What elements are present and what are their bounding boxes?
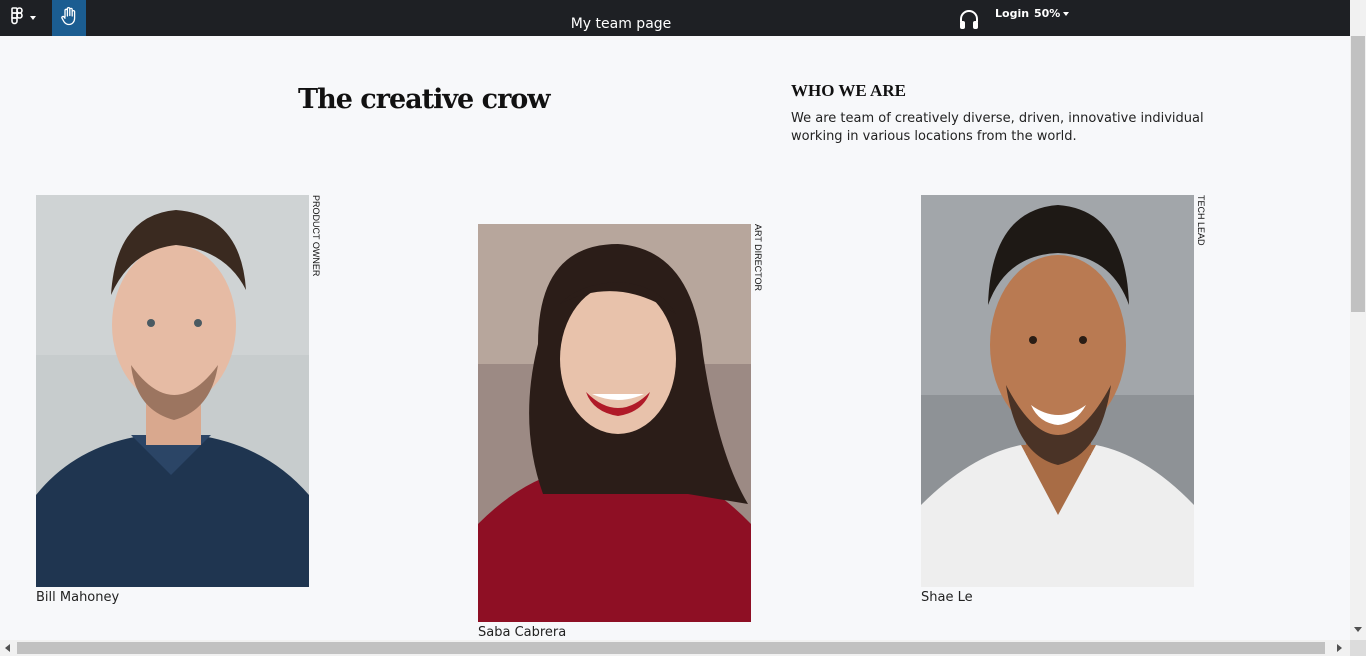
scroll-down-arrow-icon[interactable] [1354,627,1362,632]
team-member-card: PRODUCT OWNER Bill Mahoney [36,195,336,615]
scroll-left-arrow-icon[interactable] [5,644,10,652]
chevron-down-icon [1063,11,1070,16]
scroll-right-arrow-icon[interactable] [1337,644,1342,652]
member-photo [921,195,1194,587]
login-link[interactable]: Login [995,7,1029,20]
member-role: TECH LEAD [1196,195,1206,246]
zoom-value: 50% [1034,7,1061,20]
zoom-dropdown[interactable]: 50% [1034,7,1070,20]
hero-title: The creative crow [298,84,551,115]
member-name: Bill Mahoney [36,590,120,605]
horizontal-scrollbar-thumb[interactable] [17,642,1325,654]
top-toolbar: My team page Login 50% [0,0,1366,36]
page-content: The creative crow WHO WE ARE We are team… [0,36,1350,640]
member-role: ART DIRECTOR [753,224,763,292]
member-role: PRODUCT OWNER [311,195,321,277]
member-photo [36,195,309,587]
vertical-scrollbar-thumb[interactable] [1351,36,1365,312]
team-member-card: TECH LEAD Shae Le [921,195,1221,615]
team-member-card: ART DIRECTOR Saba Cabrera [478,224,778,640]
about-text: We are team of creatively diverse, drive… [791,111,1204,144]
member-name: Saba Cabrera [478,625,567,640]
member-photo [478,224,751,622]
headphones-icon[interactable] [958,8,980,30]
scrollbar-corner [1350,640,1366,656]
about-heading: WHO WE ARE [791,81,906,100]
member-name: Shae Le [921,590,973,605]
